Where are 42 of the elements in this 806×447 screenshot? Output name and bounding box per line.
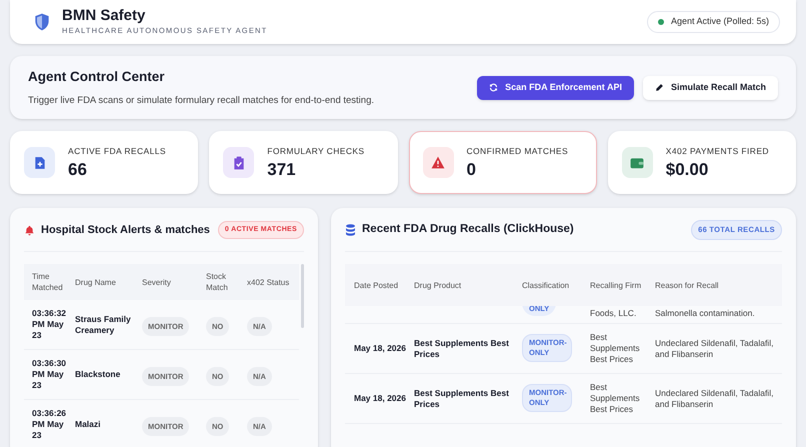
stat-value: $0.00 [666,160,710,180]
column-header: x402 Status [247,276,290,288]
table-cell-text: Undeclared Sildenafil, Tadalafil, and Flibanserin [655,338,774,360]
table-cell-text: 03:36:26 PM May 23 [31,408,68,441]
simulate-button[interactable]: Simulate Recall Match [642,76,778,100]
column-header: Reason for Recall [655,280,720,290]
table-cell-text: 03:36:30 PM May 23 [31,358,68,391]
scan-button[interactable]: Scan FDA Enforcement API [477,76,634,100]
column-header: Stock Match [206,271,229,293]
table-cell-text: Best Supplements Best Prices [590,332,641,365]
panel-description: Trigger live FDA scans or simulate formulary recall matches for end-to-end testing. [28,94,374,108]
panel-title: Hospital Stock Alerts & matches [41,222,210,238]
column-header: Date Posted [353,280,400,290]
table-cell-text: Straus Family Creamery [75,314,132,336]
column-header: Recalling Firm [590,280,642,290]
table-cell-text: Salmonella contamination. [655,308,756,319]
stat-label: CONFIRMED MATCHES [466,144,568,158]
table-cell-text: May 18, 2026 [353,342,407,355]
status-text: Agent Active (Polled: 5s) [670,15,769,28]
stat-label: FORMULARY CHECKS [267,144,364,158]
table-cell-text: Best Supplements Best Prices [590,382,641,415]
table-cell-text: Best Supplements Best Prices [414,338,510,360]
app-title: BMN Safety [62,7,146,25]
stat-label: ACTIVE FDA RECALLS [68,144,166,158]
column-header: Severity [142,276,172,288]
column-header: Time Matched [31,271,64,293]
table-cell-text: 03:36:32 PM May 23 [31,308,68,341]
table-cell-text: Best Supplements Best Prices [414,388,510,410]
stat-value: 66 [68,160,88,180]
column-header: Drug Product [414,280,462,290]
column-header: Drug Name [75,276,117,288]
stat-value: 0 [466,160,477,180]
stat-value: 371 [267,160,297,180]
column-header: Classification [522,280,570,290]
table-cell-text: Malazi [75,419,102,430]
panel-title: Agent Control Center [28,68,166,86]
table-cell-text: May 18, 2026 [353,392,407,405]
panel-title: Recent FDA Drug Recalls (ClickHouse) [362,222,574,238]
stat-label: X402 PAYMENTS FIRED [666,144,769,158]
table-cell-text: Undeclared Sildenafil, Tadalafil, and Flibanserin [655,388,774,410]
table-cell-text: Blackstone [75,369,122,380]
table-cell-text: Foods, LLC. [590,308,638,319]
